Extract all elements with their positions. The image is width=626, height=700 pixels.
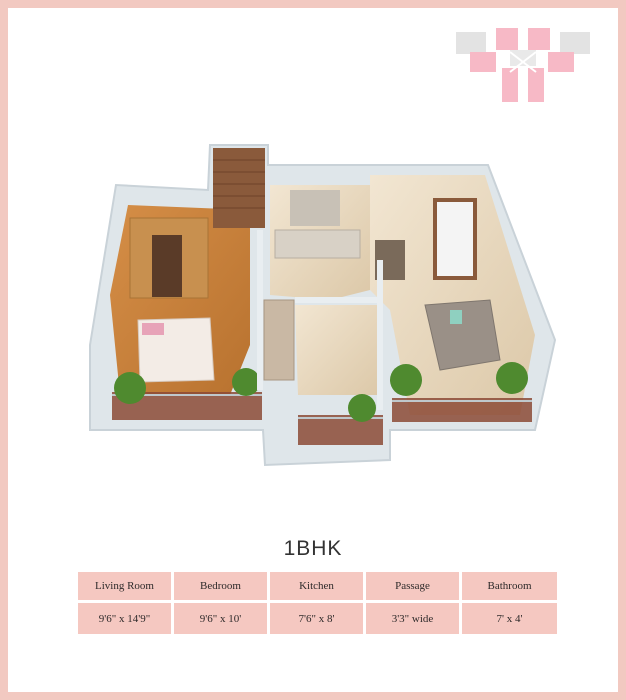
value-passage: 3'3" wide [366, 603, 459, 634]
key-plan [456, 28, 590, 102]
keyplan-core [510, 50, 536, 66]
plant [114, 372, 146, 404]
room-dimensions-table: Living Room Bedroom Kitchen Passage Bath… [78, 572, 557, 634]
keyplan-block [560, 32, 590, 54]
keyplan-block [548, 52, 574, 72]
header-living-room: Living Room [78, 572, 171, 600]
plant [390, 364, 422, 396]
keyplan-block [456, 32, 486, 54]
header-passage: Passage [366, 572, 459, 600]
keyplan-block [470, 52, 496, 72]
plant [496, 362, 528, 394]
value-kitchen: 7'6" x 8' [270, 603, 363, 634]
pillow [142, 323, 164, 335]
passage-balcony [298, 415, 383, 445]
keyplan-block [496, 28, 518, 50]
header-bedroom: Bedroom [174, 572, 267, 600]
unit-type-title: 1BHK [283, 537, 343, 560]
floor-plan-illustration [89, 144, 557, 467]
plant [348, 394, 376, 422]
value-bedroom: 9'6" x 10' [174, 603, 267, 634]
keyplan-block [502, 68, 518, 102]
keyplan-block [528, 68, 544, 102]
header-bathroom: Bathroom [462, 572, 557, 600]
header-kitchen: Kitchen [270, 572, 363, 600]
wardrobe-opening [152, 235, 182, 297]
bathroom [263, 299, 295, 381]
cushion [450, 310, 462, 324]
plant [232, 368, 260, 396]
passage-floor [295, 305, 380, 395]
keyplan-block [528, 28, 550, 50]
value-living-room: 9'6" x 14'9" [78, 603, 171, 634]
value-bathroom: 7' x 4' [462, 603, 557, 634]
kitchen-counter [274, 229, 361, 259]
kitchen-backsplash [290, 190, 340, 226]
door [433, 198, 477, 280]
